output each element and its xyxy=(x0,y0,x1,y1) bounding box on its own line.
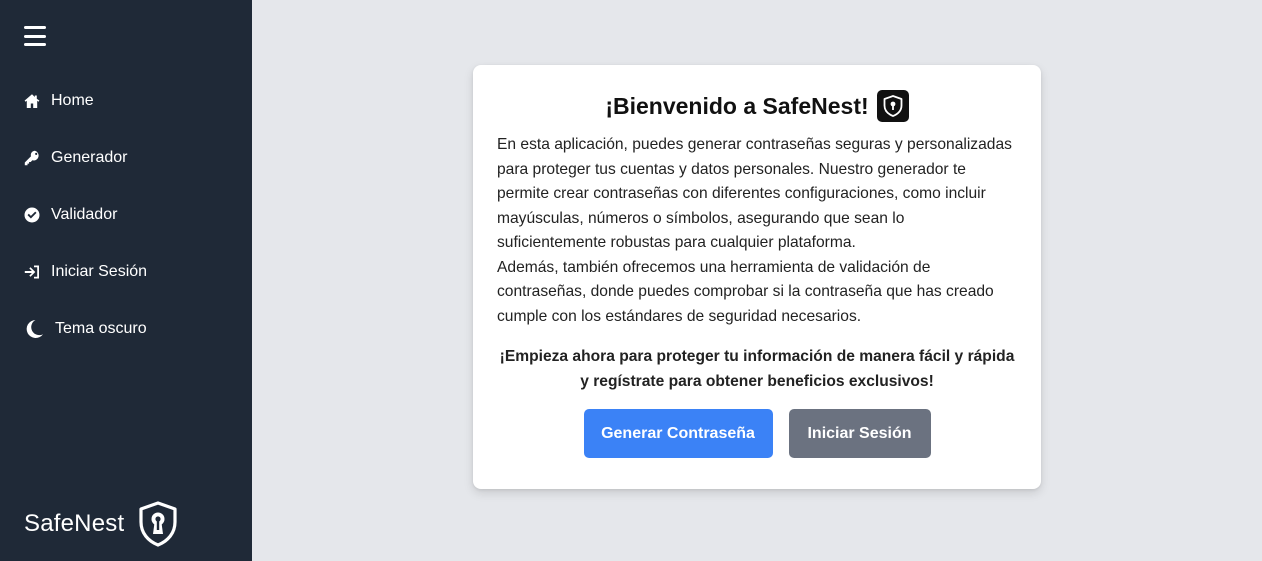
main-content: ¡Bienvenido a SafeNest! En esta aplicaci… xyxy=(252,0,1262,561)
sidebar-item-generador[interactable]: Generador xyxy=(0,129,252,186)
title-row: ¡Bienvenido a SafeNest! xyxy=(497,89,1017,123)
sidebar-item-label: Home xyxy=(51,91,94,109)
sidebar-item-tema-oscuro[interactable]: Tema oscuro xyxy=(0,300,252,357)
sign-in-icon xyxy=(23,263,41,281)
sidebar-item-home[interactable]: Home xyxy=(0,72,252,129)
shield-icon xyxy=(876,90,909,122)
home-icon xyxy=(23,92,41,110)
sidebar-item-validador[interactable]: Validador xyxy=(0,186,252,243)
description-paragraph-2: Además, también ofrecemos una herramient… xyxy=(497,258,994,325)
brand-name: SafeNest xyxy=(24,510,125,537)
call-to-action-text: ¡Empieza ahora para proteger tu informac… xyxy=(499,348,1015,390)
sidebar-item-label: Generador xyxy=(51,148,128,166)
description-paragraph-1: En esta aplicación, puedes generar contr… xyxy=(497,136,1012,251)
page-title: ¡Bienvenido a SafeNest! xyxy=(605,92,869,119)
welcome-card: ¡Bienvenido a SafeNest! En esta aplicaci… xyxy=(473,65,1041,489)
generate-password-button[interactable]: Generar Contraseña xyxy=(583,409,773,458)
shield-keyhole-icon xyxy=(138,501,178,547)
app-root: Home Generador Validador Iniciar Sesión xyxy=(0,0,1262,561)
brand: SafeNest xyxy=(24,501,178,547)
sidebar-nav: Home Generador Validador Iniciar Sesión xyxy=(0,72,252,357)
sidebar-item-label: Validador xyxy=(51,205,118,223)
moon-icon xyxy=(23,319,45,338)
key-icon xyxy=(23,149,41,167)
sidebar-item-iniciar-sesion[interactable]: Iniciar Sesión xyxy=(0,243,252,300)
check-circle-icon xyxy=(23,206,41,224)
action-buttons: Generar Contraseña Iniciar Sesión xyxy=(497,409,1017,458)
sidebar: Home Generador Validador Iniciar Sesión xyxy=(0,0,252,561)
sidebar-item-label: Tema oscuro xyxy=(55,319,147,337)
sidebar-item-label: Iniciar Sesión xyxy=(51,262,148,280)
login-button[interactable]: Iniciar Sesión xyxy=(788,409,931,458)
hamburger-menu-icon[interactable] xyxy=(24,26,46,46)
